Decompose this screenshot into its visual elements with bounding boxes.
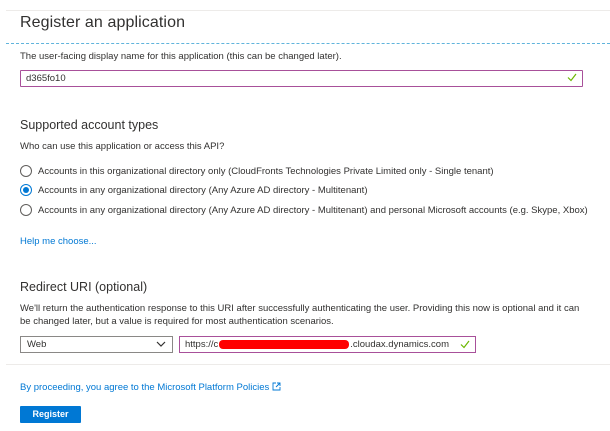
radio-label: Accounts in any organizational directory… xyxy=(38,184,368,196)
page-title: Register an application xyxy=(20,14,186,31)
radio-label: Accounts in any organizational directory… xyxy=(38,204,588,216)
uri-suffix: .cloudax.dynamics.com xyxy=(350,339,449,350)
platform-select[interactable]: Web xyxy=(20,336,173,353)
register-button[interactable]: Register xyxy=(20,406,81,423)
name-description: The user-facing display name for this ap… xyxy=(20,51,342,62)
account-types-question: Who can use this application or access t… xyxy=(20,141,225,152)
redirect-description: We'll return the authentication response… xyxy=(20,303,580,327)
redirect-uri-input[interactable]: https://c .cloudax.dynamics.com xyxy=(179,336,476,353)
check-icon xyxy=(567,73,577,82)
app-name-input[interactable]: d365fo10 xyxy=(20,70,583,87)
redirect-uri-title: Redirect URI (optional) xyxy=(20,280,148,294)
check-icon xyxy=(460,340,470,349)
title-divider xyxy=(6,43,610,44)
help-me-choose-link[interactable]: Help me choose... xyxy=(20,236,97,247)
radio-option-multitenant[interactable]: Accounts in any organizational directory… xyxy=(20,183,368,197)
radio-option-single-tenant[interactable]: Accounts in this organizational director… xyxy=(20,164,494,178)
external-link-icon xyxy=(272,382,281,391)
radio-icon[interactable] xyxy=(20,204,32,216)
radio-icon[interactable] xyxy=(20,165,32,177)
footer-divider xyxy=(6,364,610,365)
platform-value: Web xyxy=(27,339,47,350)
app-name-value: d365fo10 xyxy=(26,73,66,84)
radio-label: Accounts in this organizational director… xyxy=(38,165,494,177)
radio-option-multitenant-personal[interactable]: Accounts in any organizational directory… xyxy=(20,203,588,217)
radio-checked-icon[interactable] xyxy=(20,184,32,196)
redaction-mark xyxy=(219,339,350,349)
platform-policies-link[interactable]: By proceeding, you agree to the Microsof… xyxy=(20,382,281,393)
account-types-title: Supported account types xyxy=(20,118,159,132)
uri-prefix: https://c xyxy=(185,339,219,350)
top-divider xyxy=(6,10,610,11)
chevron-down-icon xyxy=(156,341,166,347)
policy-text: By proceeding, you agree to the Microsof… xyxy=(20,382,270,393)
